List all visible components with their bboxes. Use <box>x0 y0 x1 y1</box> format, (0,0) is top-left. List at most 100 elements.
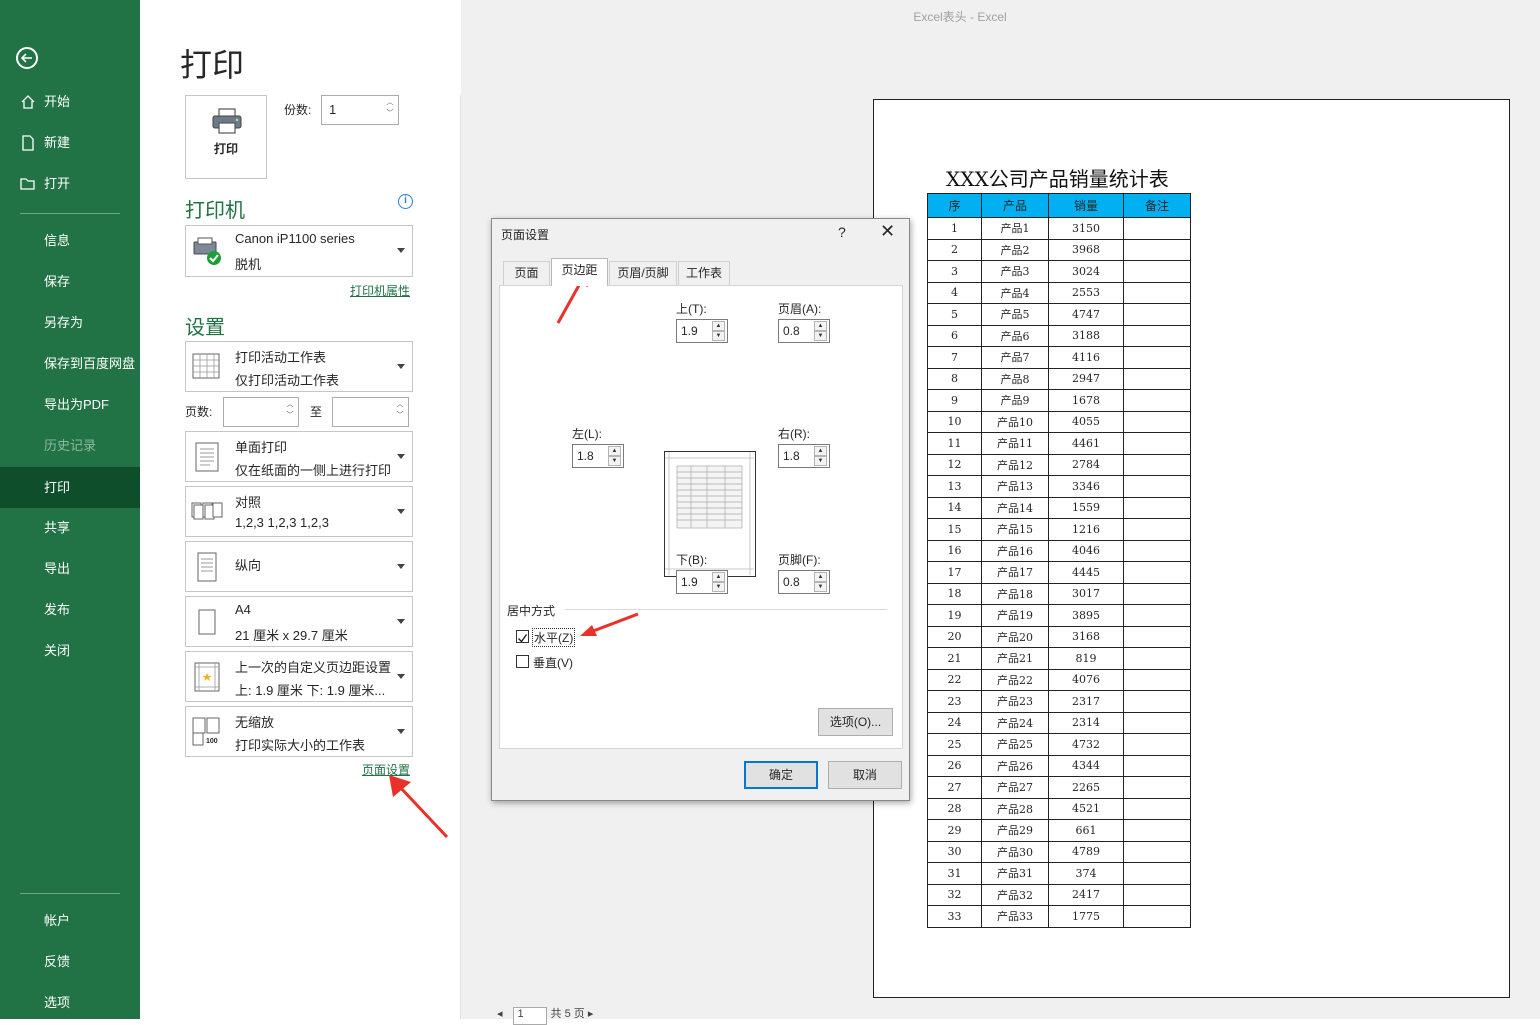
table-cell: 产品27 <box>981 776 1049 799</box>
table-row: 26 产品26 4344 <box>927 754 1191 777</box>
nav-close[interactable]: 关闭 <box>0 630 140 671</box>
spin-up-icon[interactable]: ▲ <box>814 446 827 456</box>
sides-dropdown[interactable]: 单面打印 仅在纸面的一侧上进行打印 <box>185 431 413 482</box>
footer-margin-value: 0.8 <box>783 575 800 589</box>
collate-dropdown[interactable]: 对照 1,2,3 1,2,3 1,2,3 <box>185 486 413 537</box>
spin-down-icon[interactable]: ▼ <box>712 331 725 341</box>
table-cell: 15 <box>927 518 982 541</box>
printer-dropdown[interactable]: Canon iP1100 series 脱机 <box>185 225 413 277</box>
current-page-input[interactable]: 1 <box>512 1007 547 1025</box>
vertical-label[interactable]: 垂直(V) <box>533 654 573 671</box>
table-row: 1 产品1 3150 <box>927 217 1191 240</box>
group-divider <box>565 609 887 610</box>
back-arrow-icon[interactable] <box>16 47 38 69</box>
nav-account[interactable]: 帐户 <box>0 900 140 941</box>
nav-label: 开始 <box>44 94 71 109</box>
options-button[interactable]: 选项(O)... <box>818 708 893 736</box>
table-cell <box>1123 647 1191 670</box>
tab-sheet[interactable]: 工作表 <box>678 261 730 285</box>
nav-label: 发布 <box>44 602 71 617</box>
spin-down-icon[interactable]: ▼ <box>814 582 827 592</box>
table-cell: 28 <box>927 797 982 820</box>
spin-up-icon[interactable]: ▲ <box>712 321 725 331</box>
nav-save-as[interactable]: 另存为 <box>0 302 140 343</box>
cancel-button[interactable]: 取消 <box>828 761 902 789</box>
tab-margins[interactable]: 页边距 <box>551 258 608 286</box>
table-row: 7 产品7 4116 <box>927 346 1191 369</box>
spinner-arrows-icon[interactable]: ︿ ﹀ <box>394 399 406 421</box>
dialog-title: 页面设置 <box>501 228 550 242</box>
margins-dropdown[interactable]: 上一次的自定义页边距设置 上: 1.9 厘米 下: 1.9 厘米... <box>185 651 413 702</box>
spin-up-icon[interactable]: ▲ <box>814 321 827 331</box>
copies-spinner[interactable]: 1 ︿ ﹀ <box>321 95 399 125</box>
nav-label: 另存为 <box>44 315 84 330</box>
horizontal-checkbox[interactable] <box>516 630 529 643</box>
nav-export[interactable]: 导出 <box>0 548 140 589</box>
info-icon[interactable]: i <box>398 194 413 209</box>
table-row: 29 产品29 661 <box>927 819 1191 842</box>
folder-icon <box>20 178 35 190</box>
sidebar-divider <box>20 213 120 214</box>
pages-to-input[interactable]: ︿ ﹀ <box>332 397 409 427</box>
table-cell: 产品23 <box>981 690 1049 713</box>
annotation-arrow-icon <box>389 775 449 839</box>
spin-down-icon[interactable]: ▼ <box>814 331 827 341</box>
nav-save-baidu[interactable]: 保存到百度网盘 <box>0 343 140 384</box>
table-cell: 4521 <box>1048 797 1124 820</box>
spinner-arrows-icon[interactable]: ︿ ﹀ <box>384 97 396 119</box>
backstage-sidebar: 开始 新建 打开 信息 保存 另存为 保存到百度网盘 导出为PDF 历史记录 打… <box>0 0 140 1019</box>
spin-up-icon[interactable]: ▲ <box>608 446 621 456</box>
table-cell: 30 <box>927 840 982 863</box>
table-cell: 27 <box>927 776 982 799</box>
printer-properties-link[interactable]: 打印机属性 <box>350 282 410 299</box>
footer-margin-input[interactable]: 0.8 ▲ ▼ <box>778 570 830 594</box>
prev-page-icon[interactable]: ◂ <box>497 1008 503 1020</box>
scaling-dropdown[interactable]: 100 无缩放 打印实际大小的工作表 <box>185 706 413 757</box>
print-button[interactable]: 打印 <box>185 95 267 179</box>
right-margin-input[interactable]: 1.8 ▲ ▼ <box>778 444 830 468</box>
nav-home[interactable]: 开始 <box>0 81 140 122</box>
nav-export-pdf[interactable]: 导出为PDF <box>0 384 140 425</box>
spin-up-icon[interactable]: ▲ <box>712 572 725 582</box>
table-cell: 2553 <box>1048 281 1124 304</box>
orientation-dropdown[interactable]: 纵向 <box>185 541 413 592</box>
help-icon[interactable]: ? <box>838 224 846 240</box>
copies-label: 份数: <box>284 103 312 117</box>
bottom-margin-input[interactable]: 1.9 ▲ ▼ <box>676 570 728 594</box>
nav-share[interactable]: 共享 <box>0 507 140 548</box>
margins-line2: 上: 1.9 厘米 下: 1.9 厘米... <box>235 683 386 698</box>
tab-page[interactable]: 页面 <box>503 261 550 285</box>
next-page-icon[interactable]: ▸ <box>588 1008 594 1020</box>
table-row: 22 产品22 4076 <box>927 668 1191 691</box>
nav-save[interactable]: 保存 <box>0 261 140 302</box>
left-margin-input[interactable]: 1.8 ▲ ▼ <box>572 444 624 468</box>
paper-size-dropdown[interactable]: A4 21 厘米 x 29.7 厘米 <box>185 596 413 647</box>
nav-open[interactable]: 打开 <box>0 163 140 204</box>
close-icon[interactable]: ✕ <box>880 221 895 242</box>
nav-feedback[interactable]: 反馈 <box>0 941 140 982</box>
spin-down-icon[interactable]: ▼ <box>814 456 827 466</box>
nav-info[interactable]: 信息 <box>0 220 140 261</box>
nav-new[interactable]: 新建 <box>0 122 140 163</box>
nav-print[interactable]: 打印 <box>0 467 140 508</box>
table-cell: 4461 <box>1048 432 1124 455</box>
collate-line2: 1,2,3 1,2,3 1,2,3 <box>235 515 329 530</box>
spin-down-icon[interactable]: ▼ <box>608 456 621 466</box>
tab-header-footer[interactable]: 页眉/页脚 <box>609 261 677 285</box>
table-cell <box>1123 754 1191 777</box>
nav-publish[interactable]: 发布 <box>0 589 140 630</box>
header-margin-input[interactable]: 0.8 ▲ ▼ <box>778 319 830 343</box>
vertical-checkbox[interactable] <box>516 655 529 668</box>
nav-options[interactable]: 选项 <box>0 982 140 1023</box>
print-what-dropdown[interactable]: 打印活动工作表 仅打印活动工作表 <box>185 341 413 392</box>
spin-up-icon[interactable]: ▲ <box>814 572 827 582</box>
spin-down-icon[interactable]: ▼ <box>712 582 725 592</box>
top-margin-input[interactable]: 1.9 ▲ ▼ <box>676 319 728 343</box>
pages-from-input[interactable]: ︿ ﹀ <box>223 397 299 427</box>
table-row: 9 产品9 1678 <box>927 389 1191 412</box>
table-cell <box>1123 883 1191 906</box>
spinner-arrows-icon[interactable]: ︿ ﹀ <box>284 399 296 421</box>
ok-button[interactable]: 确定 <box>744 761 818 789</box>
horizontal-label[interactable]: 水平(Z) <box>532 628 576 647</box>
table-cell: 产品12 <box>981 453 1049 476</box>
